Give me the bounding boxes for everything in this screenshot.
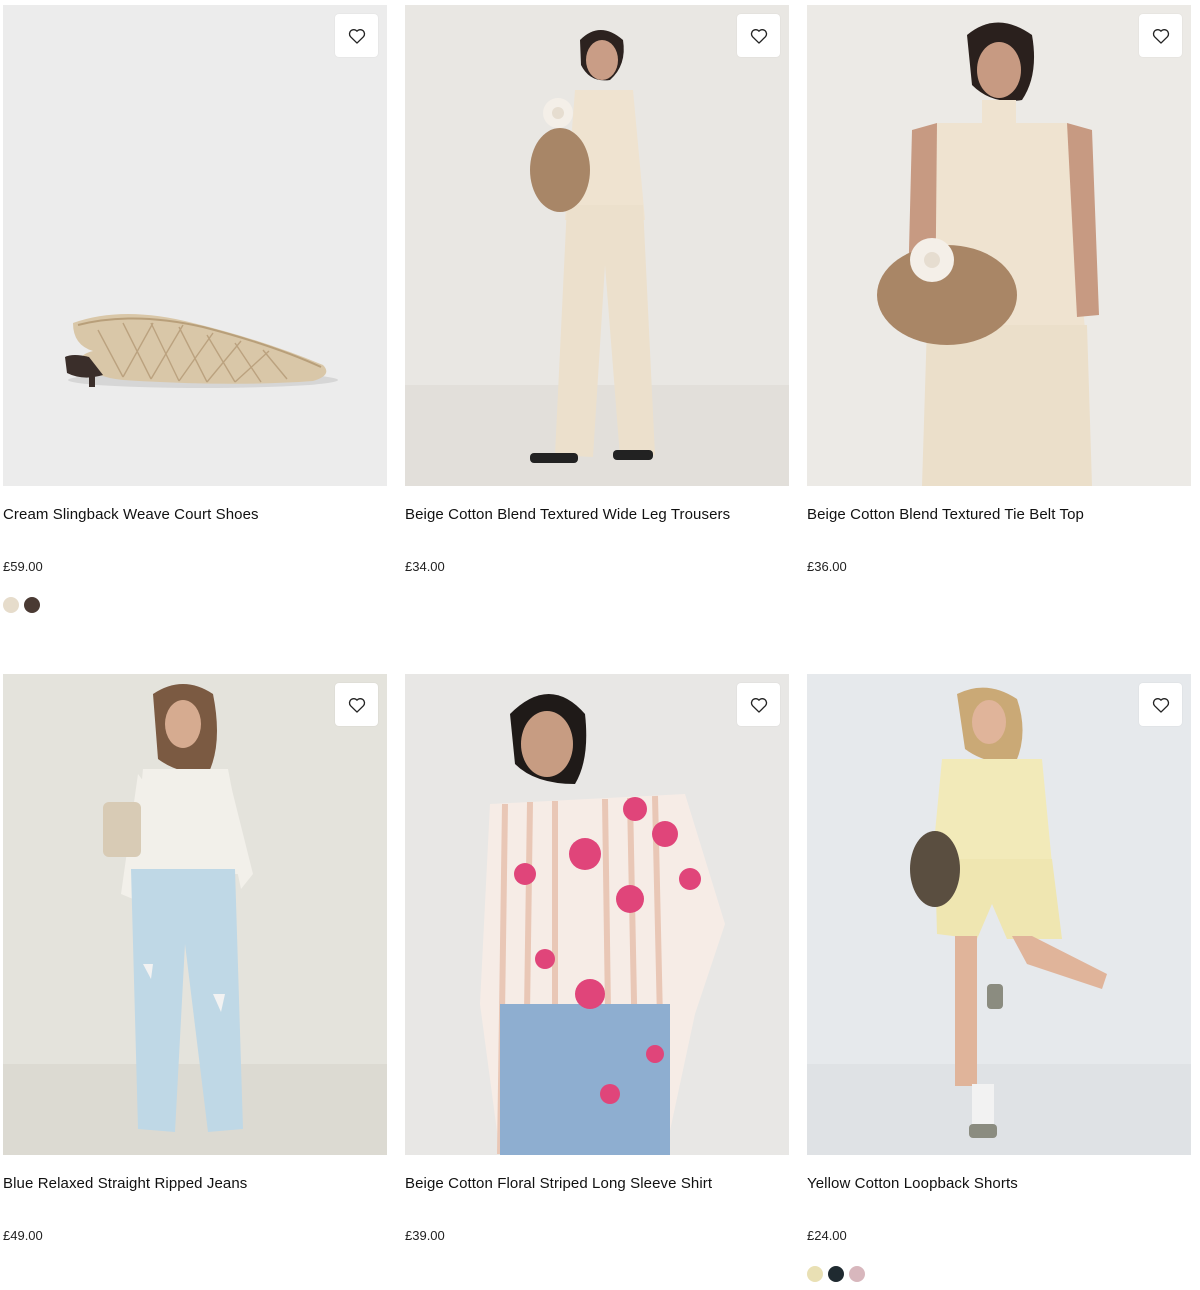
color-swatch[interactable] <box>3 597 19 613</box>
product-name[interactable]: Blue Relaxed Straight Ripped Jeans <box>3 1174 387 1194</box>
heart-outline-icon <box>750 697 767 713</box>
product-card[interactable]: Cream Slingback Weave Court Shoes £59.00 <box>3 5 387 613</box>
product-card[interactable]: Beige Cotton Floral Striped Long Sleeve … <box>405 674 789 1282</box>
product-image <box>405 5 789 486</box>
heart-outline-icon <box>348 28 365 44</box>
product-price: £36.00 <box>807 559 847 574</box>
heart-outline-icon <box>1152 28 1169 44</box>
product-image-link[interactable] <box>3 674 387 1155</box>
wishlist-button[interactable] <box>737 683 780 726</box>
color-swatches <box>807 1266 1191 1282</box>
product-image <box>807 5 1191 486</box>
product-image-link[interactable] <box>405 5 789 486</box>
product-card[interactable]: Blue Relaxed Straight Ripped Jeans £49.0… <box>3 674 387 1282</box>
product-name[interactable]: Beige Cotton Blend Textured Tie Belt Top <box>807 505 1191 525</box>
wishlist-button[interactable] <box>335 683 378 726</box>
product-name[interactable]: Beige Cotton Floral Striped Long Sleeve … <box>405 1174 789 1194</box>
product-image <box>3 5 387 486</box>
product-card[interactable]: Beige Cotton Blend Textured Tie Belt Top… <box>807 5 1191 613</box>
product-price: £59.00 <box>3 559 43 574</box>
product-image <box>3 674 387 1155</box>
wishlist-button[interactable] <box>1139 14 1182 57</box>
color-swatches <box>405 597 789 613</box>
heart-outline-icon <box>750 28 767 44</box>
product-image <box>807 674 1191 1155</box>
color-swatch[interactable] <box>807 1266 823 1282</box>
color-swatches <box>3 597 387 613</box>
product-card[interactable]: Yellow Cotton Loopback Shorts £24.00 <box>807 674 1191 1282</box>
color-swatch[interactable] <box>24 597 40 613</box>
product-price: £39.00 <box>405 1228 445 1243</box>
color-swatches <box>3 1266 387 1282</box>
wishlist-button[interactable] <box>737 14 780 57</box>
product-image-link[interactable] <box>807 674 1191 1155</box>
product-image-link[interactable] <box>807 5 1191 486</box>
product-name[interactable]: Cream Slingback Weave Court Shoes <box>3 505 387 525</box>
product-image <box>405 674 789 1155</box>
wishlist-button[interactable] <box>1139 683 1182 726</box>
heart-outline-icon <box>1152 697 1169 713</box>
color-swatch[interactable] <box>849 1266 865 1282</box>
product-price: £49.00 <box>3 1228 43 1243</box>
wishlist-button[interactable] <box>335 14 378 57</box>
product-grid: Cream Slingback Weave Court Shoes £59.00 <box>0 0 1200 1290</box>
color-swatches <box>405 1266 789 1282</box>
color-swatches <box>807 597 1191 613</box>
product-image-link[interactable] <box>3 5 387 486</box>
product-price: £34.00 <box>405 559 445 574</box>
product-name[interactable]: Yellow Cotton Loopback Shorts <box>807 1174 1191 1194</box>
heart-outline-icon <box>348 697 365 713</box>
product-name[interactable]: Beige Cotton Blend Textured Wide Leg Tro… <box>405 505 789 525</box>
product-price: £24.00 <box>807 1228 847 1243</box>
product-card[interactable]: Beige Cotton Blend Textured Wide Leg Tro… <box>405 5 789 613</box>
color-swatch[interactable] <box>828 1266 844 1282</box>
product-image-link[interactable] <box>405 674 789 1155</box>
